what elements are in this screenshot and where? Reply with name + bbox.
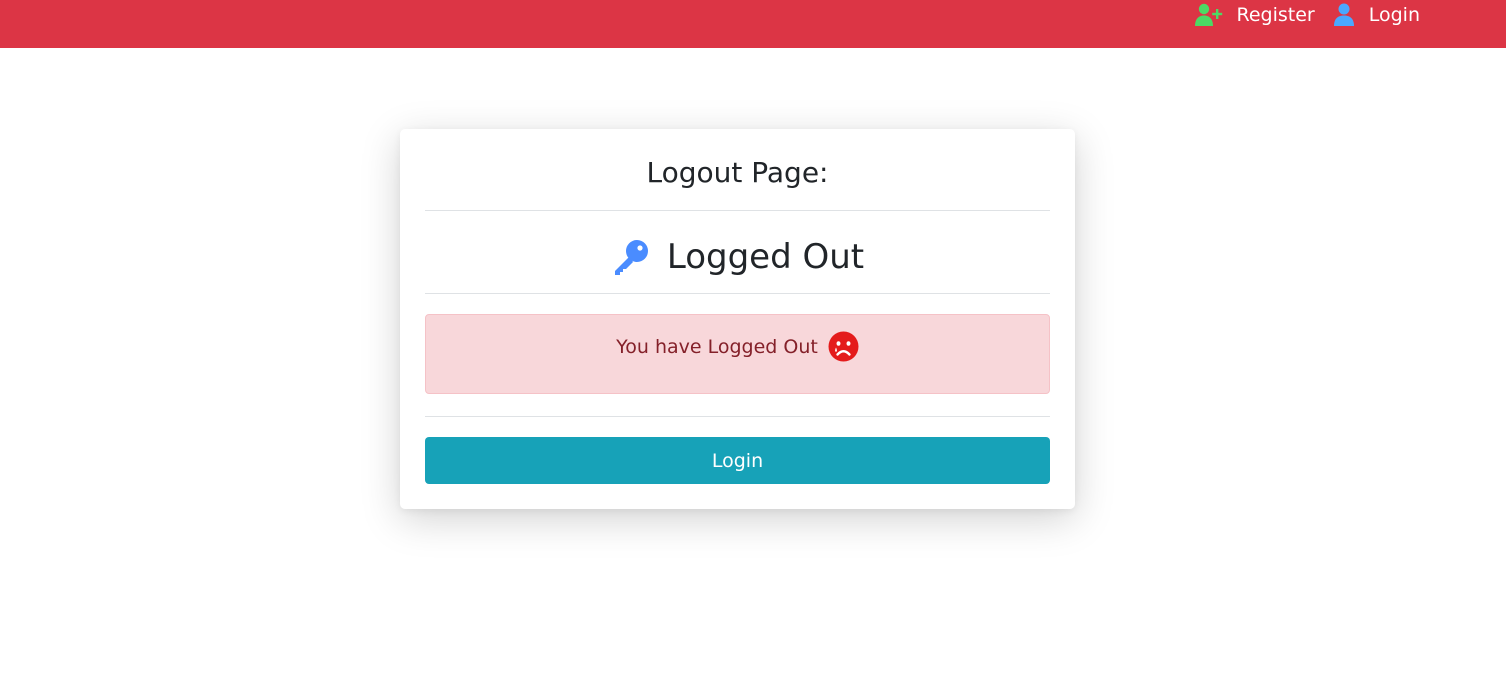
logout-alert: You have Logged Out <box>425 314 1050 394</box>
card-body: Logout Page: Logged Out You have Logged … <box>425 129 1050 509</box>
key-icon <box>614 240 648 275</box>
top-navbar: Register Login <box>0 0 1506 48</box>
sad-face-icon <box>828 331 859 362</box>
alert-message: You have Logged Out <box>616 335 818 358</box>
nav-login-label: Login <box>1368 4 1420 26</box>
nav-register-link[interactable]: Register <box>1194 3 1315 27</box>
login-button[interactable]: Login <box>425 437 1050 484</box>
user-icon <box>1333 3 1354 26</box>
nav-links: Register Login <box>1194 2 1420 28</box>
user-plus-icon <box>1194 3 1222 26</box>
alert-line: You have Logged Out <box>426 331 1049 362</box>
divider <box>425 210 1050 211</box>
divider <box>425 416 1050 417</box>
logged-out-heading-row: Logged Out <box>425 233 1050 281</box>
nav-login-link[interactable]: Login <box>1333 3 1420 27</box>
page-title: Logout Page: <box>646 156 829 189</box>
divider <box>425 293 1050 294</box>
logged-out-heading: Logged Out <box>666 237 865 277</box>
nav-register-label: Register <box>1236 4 1315 26</box>
logout-card: Logout Page: Logged Out You have Logged … <box>400 129 1075 509</box>
